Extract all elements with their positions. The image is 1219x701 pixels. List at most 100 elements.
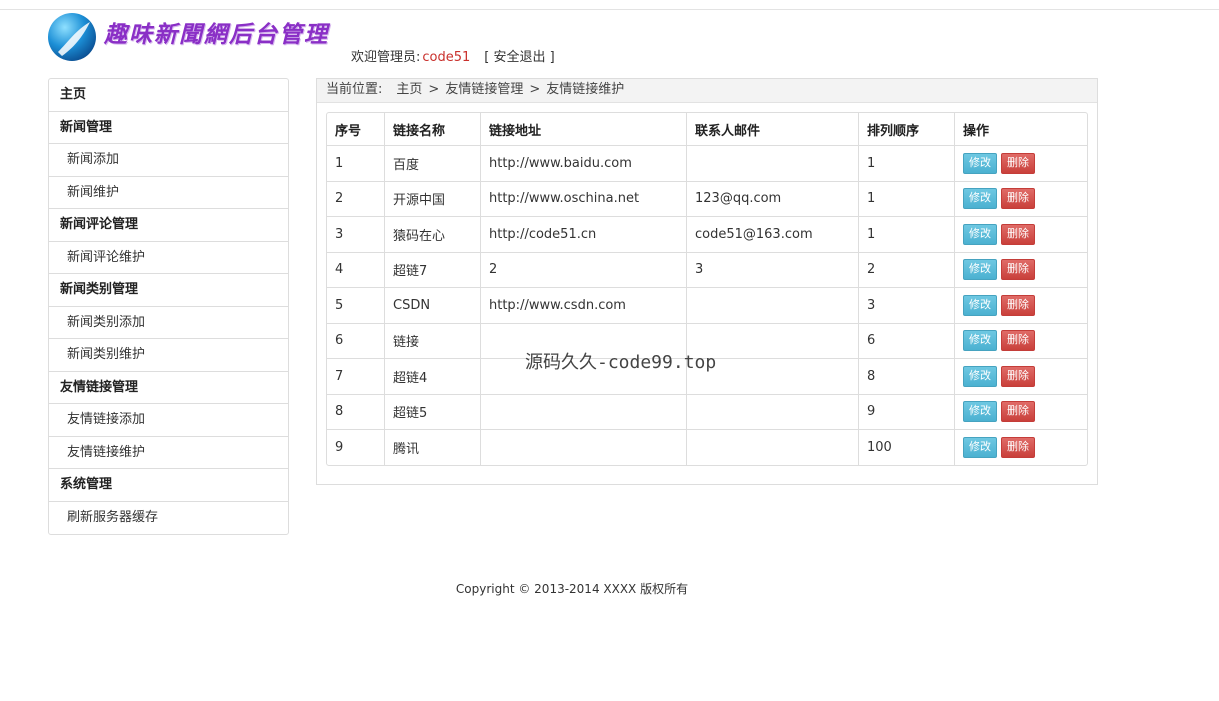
table-cell [687,288,859,324]
sidebar-item[interactable]: 友情链接维护 [49,437,288,469]
breadcrumb: 当前位置: 主页 > 友情链接管理 > 友情链接维护 [317,79,1097,103]
table-cell [687,146,859,182]
table-row: 9 腾讯 100 修改 删除 [327,430,1087,465]
edit-button[interactable]: 修改 [963,330,997,352]
edit-button[interactable]: 修改 [963,365,997,387]
table-cell: 100 [859,430,955,465]
table-header-row: 序号 链接名称 链接地址 联系人邮件 排列顺序 操作 [327,113,1087,146]
delete-button[interactable]: 删除 [1001,259,1035,281]
welcome-label: 欢迎管理员: [351,50,421,65]
table-cell: 123@qq.com [687,181,859,217]
edit-button[interactable]: 修改 [963,401,997,423]
table-cell: code51@163.com [687,217,859,253]
links-table: 序号 链接名称 链接地址 联系人邮件 排列顺序 操作 1 百度 http://www.baid… [326,112,1088,466]
actions-cell: 修改 删除 [955,324,1087,359]
sidebar-item[interactable]: 新闻评论维护 [49,242,288,274]
table-cell: http://www.baidu.com [481,146,687,182]
table-cell: 2 [859,252,955,288]
table-cell: 8 [859,359,955,395]
edit-button[interactable]: 修改 [963,223,997,245]
table-cell: 猿码在心 [385,217,481,253]
table-cell: 2 [481,252,687,288]
delete-button[interactable]: 删除 [1001,365,1035,387]
breadcrumb-item-link-manage[interactable]: 友情链接管理 [445,82,523,97]
breadcrumb-label: 当前位置: [326,82,383,97]
table-cell: 1 [859,217,955,253]
table-row: 8 超链5 9 修改 删除 [327,394,1087,430]
table-row: 3 猿码在心 http://code51.cn code51@163.com 1 修改 删除 [327,217,1087,253]
actions-cell: 修改 删除 [955,217,1087,253]
column-header: 序号 [327,113,385,146]
table-cell: 7 [327,359,385,395]
table-cell: CSDN [385,288,481,324]
table-cell: 超链5 [385,394,481,430]
table-cell: 1 [859,181,955,217]
sidebar-section-header[interactable]: 新闻管理 [49,112,288,144]
breadcrumb-item-current: 友情链接维护 [546,82,625,97]
sidebar-item[interactable]: 刷新服务器缓存 [49,502,288,535]
sidebar-section-header[interactable]: 友情链接管理 [49,372,288,404]
delete-button[interactable]: 删除 [1001,188,1035,210]
watermark: 源码久久-code99.top [525,352,717,373]
actions-cell: 修改 删除 [955,146,1087,182]
sidebar-item[interactable]: 新闻添加 [49,144,288,177]
delete-button[interactable]: 删除 [1001,294,1035,316]
delete-button[interactable]: 删除 [1001,330,1035,352]
table-cell: 5 [327,288,385,324]
site-title: 趣味新聞網后台管理 [104,21,329,48]
breadcrumb-item-home[interactable]: 主页 [396,82,422,97]
breadcrumb-separator: > [428,82,440,97]
top-divider [0,9,1219,10]
edit-button[interactable]: 修改 [963,436,997,458]
logo-icon [48,13,96,61]
column-header: 操作 [955,113,1087,146]
table-body: 1 百度 http://www.baidu.com 1 修改 删除 2 开源中国 http://… [327,146,1087,465]
table-row: 2 开源中国 http://www.oschina.net 123@qq.com 1 修改… [327,181,1087,217]
edit-button[interactable]: 修改 [963,294,997,316]
table-row: 5 CSDN http://www.csdn.com 3 修改 删除 [327,288,1087,324]
welcome-bar: 欢迎管理员: code51 [ 安全退出 ] [351,46,555,65]
sidebar-menu: 主页 新闻管理 新闻添加 新闻维护 新闻评论管理 新闻评论维护 新闻类别管理 新闻类别添加 新闻… [48,78,289,535]
edit-button[interactable]: 修改 [963,152,997,174]
table-cell: 6 [859,323,955,359]
column-header: 链接名称 [385,113,481,146]
table-row: 4 超链7 2 3 2 修改 删除 [327,252,1087,288]
table-cell: 2 [327,181,385,217]
table-cell: 9 [327,430,385,465]
footer-copyright: Copyright © 2013-2014 XXXX 版权所有 [455,582,689,596]
delete-button[interactable]: 删除 [1001,436,1035,458]
table-cell: 链接 [385,323,481,359]
table-cell: http://www.csdn.com [481,288,687,324]
actions-cell: 修改 删除 [955,430,1087,465]
table-cell: 6 [327,323,385,359]
table-cell [481,430,687,465]
logout-link[interactable]: [ 安全退出 ] [484,50,554,65]
sidebar-item[interactable]: 新闻类别添加 [49,307,288,339]
breadcrumb-separator: > [529,82,541,97]
table-cell: http://www.oschina.net [481,181,687,217]
sidebar-section-header[interactable]: 系统管理 [49,469,288,502]
sidebar-section-header[interactable]: 新闻类别管理 [49,274,288,307]
table-row: 1 百度 http://www.baidu.com 1 修改 删除 [327,146,1087,182]
actions-cell: 修改 删除 [955,182,1087,217]
sidebar-item[interactable]: 新闻类别维护 [49,339,288,372]
table-cell: 开源中国 [385,181,481,217]
table-cell: 百度 [385,146,481,182]
delete-button[interactable]: 删除 [1001,152,1035,174]
edit-button[interactable]: 修改 [963,259,997,281]
table-cell: 3 [859,288,955,324]
table-cell: 超链7 [385,252,481,288]
delete-button[interactable]: 删除 [1001,401,1035,423]
actions-cell: 修改 删除 [955,253,1087,288]
actions-cell: 修改 删除 [955,359,1087,395]
sidebar-item[interactable]: 新闻维护 [49,177,288,209]
edit-button[interactable]: 修改 [963,188,997,210]
delete-button[interactable]: 删除 [1001,223,1035,245]
table-cell: 8 [327,394,385,430]
sidebar-section-header[interactable]: 主页 [49,79,288,112]
actions-cell: 修改 删除 [955,288,1087,324]
sidebar-item[interactable]: 友情链接添加 [49,404,288,437]
sidebar-section-header[interactable]: 新闻评论管理 [49,209,288,242]
table-cell: 1 [327,146,385,182]
table-cell [687,394,859,430]
